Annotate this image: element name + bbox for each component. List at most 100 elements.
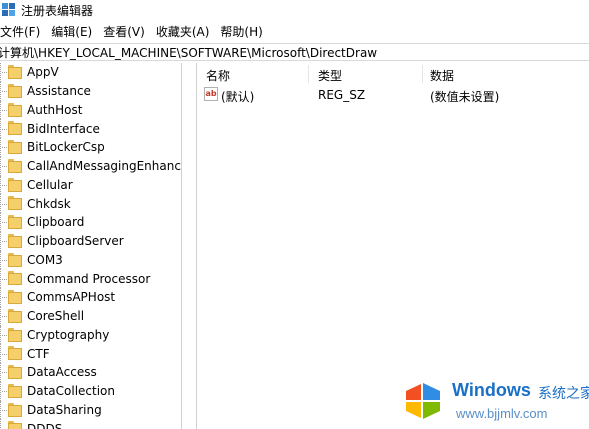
folder-icon: [8, 65, 22, 79]
tree-item[interactable]: COM3: [0, 250, 181, 270]
tree-item-label: DataSharing: [27, 402, 102, 417]
tree-item-label: DDDS: [27, 421, 63, 429]
watermark-brand: Windows: [452, 380, 531, 400]
folder-icon: [8, 271, 22, 286]
folder-icon: [8, 177, 22, 192]
tree-item[interactable]: AuthHost: [0, 100, 181, 120]
address-path[interactable]: 计算机\HKEY_LOCAL_MACHINE\SOFTWARE\Microsof…: [0, 44, 377, 60]
folder-icon: [8, 233, 22, 248]
tree-item[interactable]: BidInterface: [0, 119, 181, 138]
tree-item-label: Clipboard: [27, 215, 85, 230]
folder-icon: [8, 365, 22, 379]
folder-icon: [8, 83, 22, 98]
tree-connector: [0, 81, 8, 101]
menu-view[interactable]: 查看(V): [103, 23, 145, 40]
tree-connector: [0, 213, 8, 232]
tree-item-label: CallAndMessagingEnhancer: [27, 159, 182, 174]
folder-icon: [8, 327, 22, 342]
tree-item[interactable]: Command Processor: [0, 269, 181, 288]
tree-item-label: BidInterface: [27, 121, 100, 136]
tree-item[interactable]: DataSharing: [0, 400, 181, 420]
tree-connector: [0, 344, 8, 363]
tree-item-label: CoreShell: [27, 309, 85, 324]
tree-item-label: Command Processor: [27, 271, 151, 286]
key-tree[interactable]: AppV Assistance AuthHost BidInterface BitLoc…: [0, 63, 182, 429]
tree-item[interactable]: CallAndMessagingEnhancer: [0, 156, 182, 176]
folder-icon: [8, 102, 22, 117]
tree-item-label: AuthHost: [27, 102, 83, 117]
folder-icon: [8, 290, 22, 304]
tree-item[interactable]: CoreShell: [0, 306, 181, 326]
watermark-cn: 系统之家: [538, 386, 589, 402]
tree-item-label: Chkdsk: [27, 196, 71, 211]
folder-icon: [8, 308, 22, 323]
watermark-url: www.bjjmlv.com: [456, 406, 548, 421]
tree-connector: [0, 63, 8, 82]
tree-item[interactable]: ClipboardServer: [0, 231, 181, 251]
string-value-icon: ab: [204, 87, 218, 101]
windows-logo-icon: [406, 383, 440, 419]
tree-connector: [0, 100, 8, 120]
menu-favorites[interactable]: 收藏夹(A): [156, 23, 210, 40]
tree-connector: [0, 138, 8, 157]
menu-file[interactable]: 文件(F): [0, 23, 40, 40]
tree-connector: [0, 363, 8, 382]
tree-connector: [0, 288, 8, 307]
tree-connector: [0, 419, 8, 429]
values-pane[interactable]: 名称 类型 数据 ab (默认) REG_SZ (数值未设置): [197, 63, 589, 429]
tree-item[interactable]: DataCollection: [0, 381, 181, 401]
tree-item-label: DataAccess: [27, 365, 97, 380]
tree-item[interactable]: BitLockerCsp: [0, 138, 181, 157]
column-divider[interactable]: [308, 65, 309, 83]
column-header-data[interactable]: 数据: [430, 67, 454, 84]
value-data: (数值未设置): [430, 90, 500, 104]
tree-connector: [0, 381, 8, 401]
tree-item-label: COM3: [27, 252, 63, 267]
tree-item[interactable]: Cryptography: [0, 325, 181, 345]
window-title: 注册表编辑器: [21, 3, 94, 18]
value-name: (默认): [221, 90, 255, 104]
tree-item[interactable]: Assistance: [0, 81, 181, 101]
menu-edit[interactable]: 编辑(E): [51, 23, 92, 40]
tree-item-label: ClipboardServer: [27, 234, 124, 249]
tree-item-label: CommsAPHost: [27, 290, 116, 305]
column-header-name[interactable]: 名称: [206, 67, 230, 84]
tree-item-label: Assistance: [27, 84, 91, 99]
folder-icon: [8, 140, 22, 154]
tree-item[interactable]: DDDS: [0, 419, 181, 429]
column-header-type[interactable]: 类型: [318, 67, 342, 84]
tree-item[interactable]: Chkdsk: [0, 194, 181, 213]
title-bar: 注册表编辑器: [0, 0, 589, 20]
tree-connector: [0, 400, 8, 420]
value-type: REG_SZ: [318, 88, 366, 102]
tree-item-label: CTF: [27, 346, 50, 361]
folder-icon: [8, 196, 22, 211]
column-divider[interactable]: [422, 65, 423, 83]
tree-connector: [0, 269, 8, 288]
menu-help[interactable]: 帮助(H): [220, 23, 262, 40]
registry-editor-icon: [2, 3, 16, 17]
folder-icon: [8, 158, 22, 173]
watermark: Windows 系统之家 www.bjjmlv.com: [398, 376, 589, 429]
folder-icon: [8, 383, 22, 398]
tree-connector: [0, 119, 8, 138]
folder-icon: [8, 402, 22, 417]
tree-connector: [0, 325, 8, 345]
tree-item[interactable]: AppV: [0, 63, 181, 82]
tree-item[interactable]: CTF: [0, 344, 181, 363]
tree-connector: [0, 231, 8, 251]
tree-item[interactable]: Clipboard: [0, 213, 181, 232]
tree-item[interactable]: CommsAPHost: [0, 288, 181, 307]
folder-icon: [8, 346, 22, 361]
tree-connector: [0, 194, 8, 213]
tree-item-label: Cryptography: [27, 327, 110, 342]
tree-item-label: BitLockerCsp: [27, 140, 105, 155]
tree-item[interactable]: Cellular: [0, 175, 181, 195]
menu-bar: 文件(F) 编辑(E) 查看(V) 收藏夹(A) 帮助(H): [0, 22, 274, 40]
address-bar[interactable]: 计算机\HKEY_LOCAL_MACHINE\SOFTWARE\Microsof…: [0, 43, 589, 61]
tree-connector: [0, 175, 8, 195]
value-row[interactable]: ab (默认) REG_SZ (数值未设置): [197, 85, 589, 105]
folder-icon: [8, 421, 22, 429]
tree-item[interactable]: DataAccess: [0, 363, 181, 382]
tree-item-label: Cellular: [27, 177, 73, 192]
